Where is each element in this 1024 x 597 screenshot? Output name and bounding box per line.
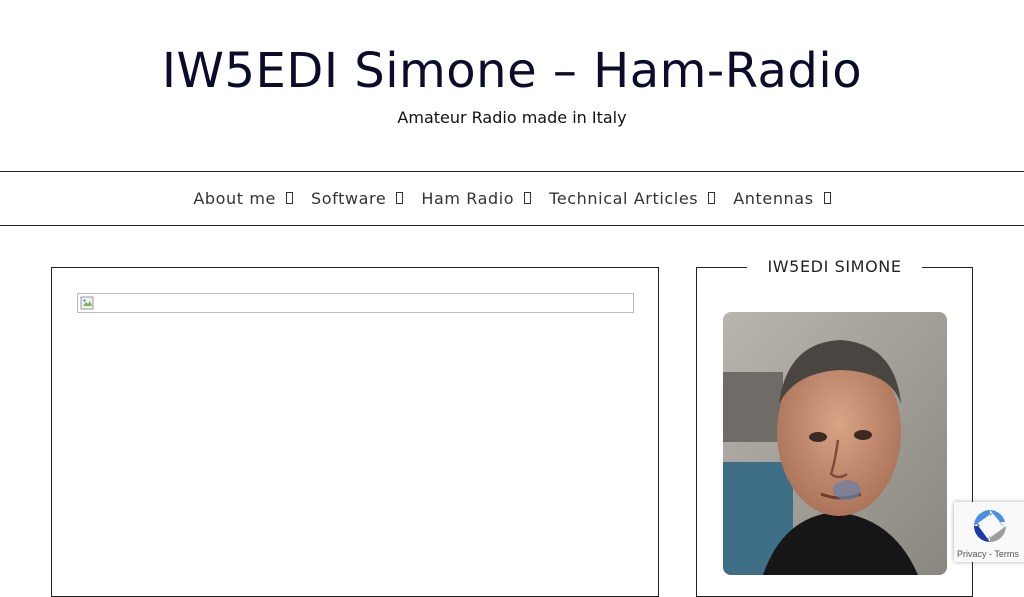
privacy-link[interactable]: Privacy	[957, 549, 987, 559]
recaptcha-links: Privacy - Terms	[957, 549, 1019, 559]
main-navigation: About me Software Ham Radio Technical Ar…	[0, 171, 1024, 226]
nav-item-software[interactable]: Software	[310, 188, 404, 208]
nav-item-label: About me	[193, 188, 276, 208]
terms-link[interactable]: Terms	[994, 549, 1019, 559]
recaptcha-badge[interactable]: Privacy - Terms	[954, 502, 1024, 562]
sidebar-profile-widget: IW5EDI SIMONE	[696, 256, 973, 597]
chevron-down-icon	[823, 192, 831, 204]
nav-item-label: Software	[310, 188, 387, 208]
recaptcha-logo-icon	[974, 510, 1006, 542]
nav-item-about-me[interactable]: About me	[193, 189, 293, 208]
nav-item-label: Ham Radio	[421, 188, 515, 208]
chevron-down-icon	[708, 192, 716, 204]
featured-image[interactable]	[77, 293, 634, 313]
portrait-image	[723, 312, 947, 575]
main-content-card	[51, 267, 659, 597]
nav-item-antennas[interactable]: Antennas	[733, 188, 831, 208]
site-header: IW5EDI Simone – Ham-Radio Amateur Radio …	[0, 0, 1024, 172]
chevron-down-icon	[285, 192, 293, 204]
site-title[interactable]: IW5EDI Simone – Ham-Radio	[0, 42, 1024, 100]
nav-item-ham-radio[interactable]: Ham Radio	[421, 188, 532, 208]
nav-item-label: Technical Articles	[549, 188, 699, 208]
broken-image-icon	[80, 296, 94, 310]
chevron-down-icon	[524, 192, 532, 204]
nav-item-technical-articles[interactable]: Technical Articles	[549, 188, 716, 208]
site-tagline: Amateur Radio made in Italy	[397, 108, 627, 127]
nav-item-label: Antennas	[733, 188, 814, 208]
profile-photo	[723, 312, 947, 575]
chevron-down-icon	[396, 192, 404, 204]
widget-title: IW5EDI SIMONE	[747, 256, 922, 278]
